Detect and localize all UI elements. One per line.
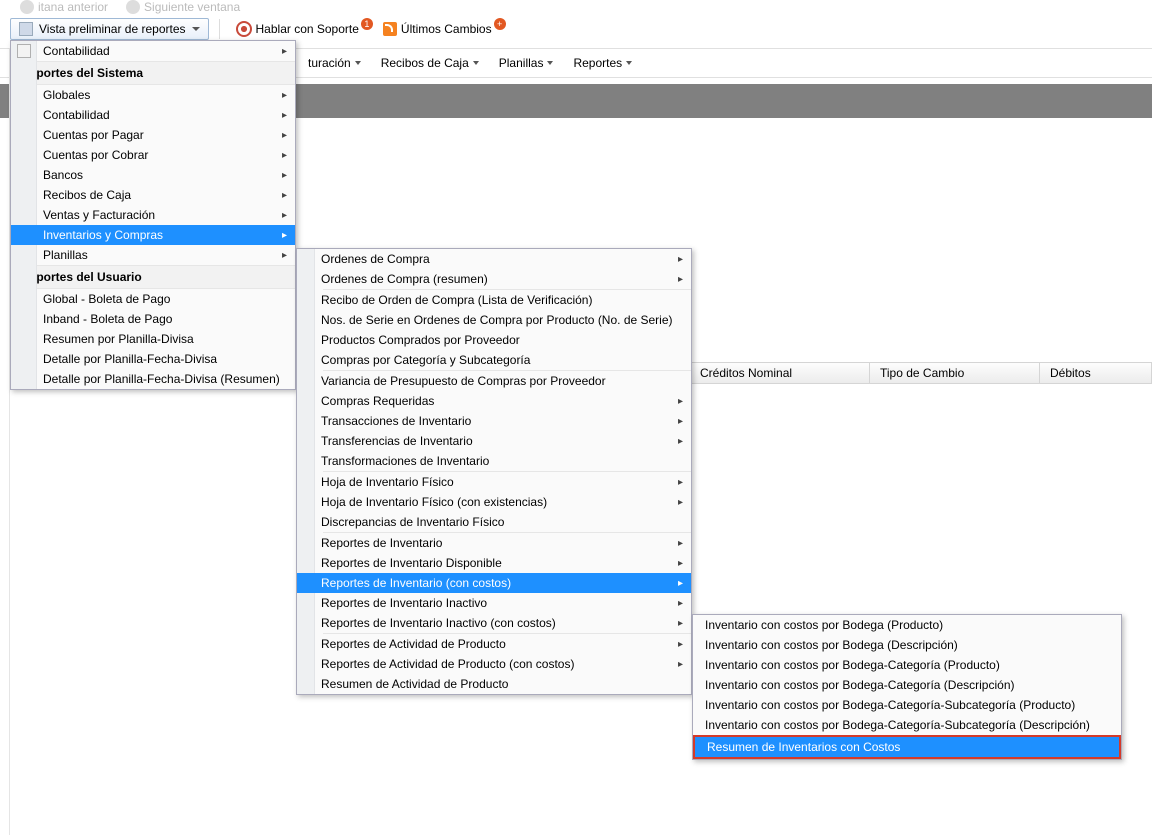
prev-window-label: itana anterior bbox=[38, 0, 108, 14]
chevron-down-icon bbox=[626, 61, 632, 65]
leaf-bodega-producto[interactable]: Inventario con costos por Bodega (Produc… bbox=[693, 615, 1121, 635]
support-label: Hablar con Soporte bbox=[256, 22, 359, 36]
menu-item-contabilidad[interactable]: Contabilidad bbox=[11, 105, 295, 125]
report-preview-label: Vista preliminar de reportes bbox=[39, 22, 186, 36]
leaf-bodega-cat-descripcion[interactable]: Inventario con costos por Bodega-Categor… bbox=[693, 675, 1121, 695]
changes-link[interactable]: Últimos Cambios + bbox=[383, 22, 506, 36]
sub-compras-requeridas[interactable]: Compras Requeridas bbox=[297, 391, 691, 411]
col-tipo[interactable]: Tipo de Cambio bbox=[870, 363, 1040, 383]
report-preview-dropdown[interactable]: Vista preliminar de reportes bbox=[10, 18, 209, 40]
window-nav-hints: itana anterior Siguiente ventana bbox=[20, 0, 240, 14]
sub-hoja-fisico-existencias[interactable]: Hoja de Inventario Físico (con existenci… bbox=[297, 492, 691, 512]
menu-item-u3[interactable]: Resumen por Planilla-Divisa bbox=[11, 329, 295, 349]
table-column-headers: Créditos Nominal Tipo de Cambio Débitos bbox=[690, 362, 1152, 384]
leaf-resumen-inventarios-costos[interactable]: Resumen de Inventarios con Costos bbox=[693, 735, 1121, 759]
menu-header-sistema: Reportes del Sistema bbox=[11, 61, 295, 85]
left-gutter bbox=[0, 48, 10, 835]
menu-item-u4[interactable]: Detalle por Planilla-Fecha-Divisa bbox=[11, 349, 295, 369]
disc-icon bbox=[20, 0, 34, 14]
menu-item-cxc[interactable]: Cuentas por Cobrar bbox=[11, 145, 295, 165]
menu-item-bancos[interactable]: Bancos bbox=[11, 165, 295, 185]
menu-planillas[interactable]: Planillas bbox=[489, 53, 564, 73]
sub-reportes-inv[interactable]: Reportes de Inventario bbox=[297, 533, 691, 553]
sub-reportes-inv-inactivo[interactable]: Reportes de Inventario Inactivo bbox=[297, 593, 691, 613]
support-icon bbox=[236, 21, 252, 37]
sub-transferencias[interactable]: Transferencias de Inventario bbox=[297, 431, 691, 451]
col-debitos[interactable]: Débitos bbox=[1040, 363, 1152, 383]
menu-item-ventas[interactable]: Ventas y Facturación bbox=[11, 205, 295, 225]
sub-actividad-producto[interactable]: Reportes de Actividad de Producto bbox=[297, 634, 691, 654]
changes-label: Últimos Cambios bbox=[401, 22, 492, 36]
leaf-bodega-cat-sub-producto[interactable]: Inventario con costos por Bodega-Categor… bbox=[693, 695, 1121, 715]
menu-item-u5[interactable]: Detalle por Planilla-Fecha-Divisa (Resum… bbox=[11, 369, 295, 389]
leaf-bodega-cat-producto[interactable]: Inventario con costos por Bodega-Categor… bbox=[693, 655, 1121, 675]
sub-hoja-fisico[interactable]: Hoja de Inventario Físico bbox=[297, 472, 691, 492]
next-window-label: Siguiente ventana bbox=[144, 0, 240, 14]
leaf-bodega-descripcion[interactable]: Inventario con costos por Bodega (Descri… bbox=[693, 635, 1121, 655]
menu-item-u1[interactable]: Global - Boleta de Pago bbox=[11, 289, 295, 309]
chevron-down-icon bbox=[473, 61, 479, 65]
support-link[interactable]: Hablar con Soporte 1 bbox=[236, 21, 373, 37]
doc-icon bbox=[17, 44, 31, 58]
chevron-down-icon bbox=[192, 27, 200, 31]
sub-reportes-inv-inactivo-costos[interactable]: Reportes de Inventario Inactivo (con cos… bbox=[297, 613, 691, 633]
changes-badge: + bbox=[494, 18, 506, 30]
leaf-bodega-cat-sub-descripcion[interactable]: Inventario con costos por Bodega-Categor… bbox=[693, 715, 1121, 735]
menu-recibos[interactable]: Recibos de Caja bbox=[371, 53, 489, 73]
next-window-hint: Siguiente ventana bbox=[126, 0, 240, 14]
sub-reportes-inv-costos[interactable]: Reportes de Inventario (con costos) bbox=[297, 573, 691, 593]
col-creditos[interactable]: Créditos Nominal bbox=[690, 363, 870, 383]
inv-costos-submenu: Inventario con costos por Bodega (Produc… bbox=[692, 614, 1122, 760]
rss-icon bbox=[383, 22, 397, 36]
menu-item-globales[interactable]: Globales bbox=[11, 85, 295, 105]
chevron-down-icon bbox=[355, 61, 361, 65]
menu-item-inventarios[interactable]: Inventarios y Compras bbox=[11, 225, 295, 245]
menu-item-recibos[interactable]: Recibos de Caja bbox=[11, 185, 295, 205]
sub-discrepancias[interactable]: Discrepancias de Inventario Físico bbox=[297, 512, 691, 532]
menu-reportes[interactable]: Reportes bbox=[563, 53, 642, 73]
support-badge: 1 bbox=[361, 18, 373, 30]
menu-header-usuario: Reportes del Usuario bbox=[11, 265, 295, 289]
menu-item-contabilidad-top[interactable]: Contabilidad bbox=[11, 41, 295, 61]
sub-nos-serie[interactable]: Nos. de Serie en Ordenes de Compra por P… bbox=[297, 310, 691, 330]
sub-ordenes-compra[interactable]: Ordenes de Compra bbox=[297, 249, 691, 269]
sub-actividad-producto-costos[interactable]: Reportes de Actividad de Producto (con c… bbox=[297, 654, 691, 674]
menu-item-u2[interactable]: Inband - Boleta de Pago bbox=[11, 309, 295, 329]
sub-transformaciones[interactable]: Transformaciones de Inventario bbox=[297, 451, 691, 471]
separator bbox=[219, 19, 220, 39]
sub-ordenes-compra-resumen[interactable]: Ordenes de Compra (resumen) bbox=[297, 269, 691, 289]
sub-transacciones[interactable]: Transacciones de Inventario bbox=[297, 411, 691, 431]
prev-window-hint: itana anterior bbox=[20, 0, 108, 14]
app-window: itana anterior Siguiente ventana Vista p… bbox=[0, 0, 1152, 835]
sub-variancia[interactable]: Variancia de Presupuesto de Compras por … bbox=[297, 371, 691, 391]
sub-reportes-inv-disponible[interactable]: Reportes de Inventario Disponible bbox=[297, 553, 691, 573]
reports-menu: Contabilidad Reportes del Sistema Global… bbox=[10, 40, 296, 390]
chevron-down-icon bbox=[547, 61, 553, 65]
toolbar: Vista preliminar de reportes Hablar con … bbox=[10, 18, 1152, 40]
sub-resumen-actividad[interactable]: Resumen de Actividad de Producto bbox=[297, 674, 691, 694]
menu-facturacion[interactable]: turación bbox=[298, 53, 371, 73]
sub-compras-categoria[interactable]: Compras por Categoría y Subcategoría bbox=[297, 350, 691, 370]
menu-item-cxp[interactable]: Cuentas por Pagar bbox=[11, 125, 295, 145]
sub-productos-comprados[interactable]: Productos Comprados por Proveedor bbox=[297, 330, 691, 350]
sub-recibo-orden[interactable]: Recibo de Orden de Compra (Lista de Veri… bbox=[297, 290, 691, 310]
report-icon bbox=[19, 22, 33, 36]
disc-icon bbox=[126, 0, 140, 14]
inventarios-submenu: Ordenes de Compra Ordenes de Compra (res… bbox=[296, 248, 692, 695]
menu-item-planillas[interactable]: Planillas bbox=[11, 245, 295, 265]
